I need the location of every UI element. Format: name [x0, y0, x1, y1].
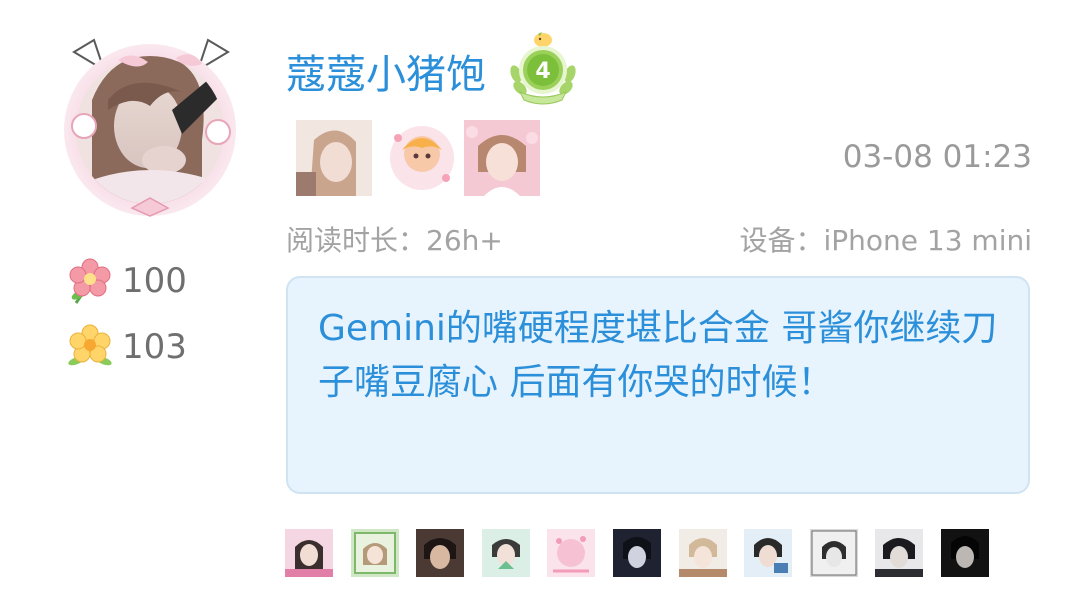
pink-flower-icon	[69, 258, 111, 304]
device-info: 设备：iPhone 13 mini	[739, 224, 1032, 257]
comment-card: 100 103 蔻蔻小猪饱 4 03-08 01:23 阅读时长：26h+ 设备…	[0, 0, 1080, 608]
user-avatar[interactable]	[52, 30, 250, 220]
reactor-avatar-list	[285, 529, 1007, 577]
yellow-flower-stat[interactable]: 103	[66, 322, 187, 372]
reactor-avatar[interactable]	[481, 529, 530, 577]
decoration-sticker-3[interactable]	[464, 120, 540, 196]
reactor-avatar[interactable]	[350, 529, 399, 577]
username[interactable]: 蔻蔻小猪饱	[286, 50, 486, 100]
reactor-avatar[interactable]	[612, 529, 661, 577]
reactor-avatar[interactable]	[547, 529, 596, 577]
post-timestamp: 03-08 01:23	[842, 139, 1032, 175]
reactor-avatar[interactable]	[416, 529, 465, 577]
decoration-sticker-2[interactable]	[384, 120, 460, 196]
reactor-avatar[interactable]	[940, 529, 989, 577]
reactor-avatar[interactable]	[875, 529, 924, 577]
reading-time: 阅读时长：26h+	[286, 224, 503, 257]
comment-bubble[interactable]: Gemini的嘴硬程度堪比合金 哥酱你继续刀子嘴豆腐心 后面有你哭的时候！	[286, 276, 1030, 494]
pink-flower-stat[interactable]: 100	[66, 256, 187, 306]
yellow-flower-count: 103	[122, 327, 187, 367]
reactor-avatar[interactable]	[285, 529, 333, 577]
level-badge-icon: 4	[506, 30, 580, 106]
yellow-flower-icon	[68, 324, 112, 366]
comment-text: Gemini的嘴硬程度堪比合金 哥酱你继续刀子嘴豆腐心 后面有你哭的时候！	[318, 308, 998, 403]
decoration-sticker-1[interactable]	[296, 120, 372, 196]
level-number: 4	[535, 59, 550, 84]
reactor-avatar[interactable]	[744, 529, 793, 577]
reactor-avatar[interactable]	[678, 529, 727, 577]
pink-flower-count: 100	[122, 261, 187, 301]
reactor-avatar[interactable]	[809, 529, 858, 577]
